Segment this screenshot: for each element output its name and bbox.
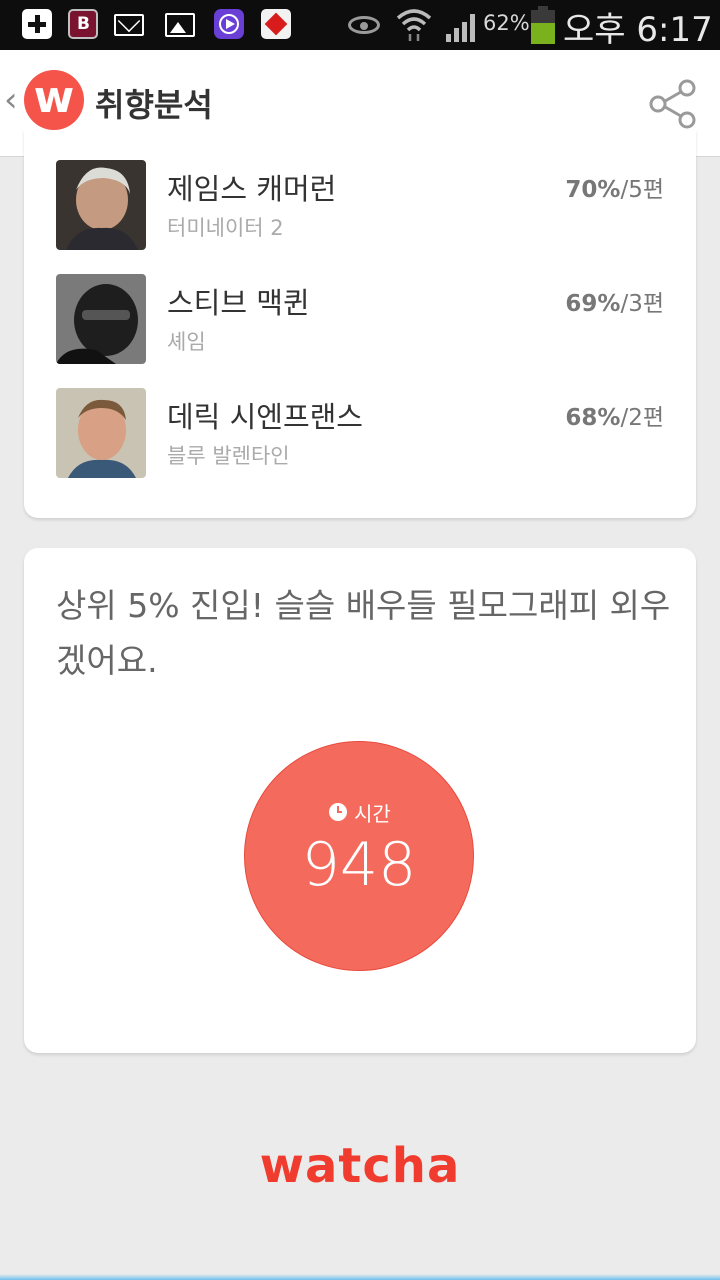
film-count: /3편 <box>620 291 664 317</box>
match-stat: 68%/2편 <box>565 398 664 432</box>
add-icon[interactable] <box>22 9 52 39</box>
battery-percent: 62% <box>483 11 530 35</box>
director-list-card: 제임스 캐머런 터미네이터 2 70%/5편 스티브 맥퀸 셰임 69%/3편 … <box>24 130 696 518</box>
list-item[interactable]: 스티브 맥퀸 셰임 69%/3편 <box>56 274 664 364</box>
signal-icon <box>446 14 475 42</box>
battery-icon <box>531 6 555 44</box>
match-stat: 70%/5편 <box>565 170 664 204</box>
watcha-logo[interactable]: w <box>24 70 84 130</box>
director-work: 블루 발렌타인 <box>167 444 290 468</box>
match-percent: 68% <box>565 405 621 431</box>
director-name: 데릭 시엔프랜스 <box>167 400 363 434</box>
film-count: /2편 <box>620 405 664 431</box>
status-clock: 오후 6:17 <box>563 10 713 50</box>
director-work: 셰임 <box>167 330 206 354</box>
match-percent: 69% <box>565 291 621 317</box>
status-bar: B 62% 오후 6:17 <box>0 0 720 50</box>
match-stat: 69%/3편 <box>565 284 664 318</box>
video-player-icon[interactable] <box>214 9 244 39</box>
watch-time-value: 948 <box>301 830 417 900</box>
battery-level-fill <box>531 22 555 44</box>
eye-icon <box>348 16 380 34</box>
page-title: 취향분석 <box>95 86 213 124</box>
avatar <box>56 160 146 250</box>
wifi-icon <box>396 9 432 41</box>
match-percent: 70% <box>565 177 621 203</box>
film-count: /5편 <box>620 177 664 203</box>
director-name: 스티브 맥퀸 <box>167 286 310 320</box>
avatar <box>56 388 146 478</box>
watcha-brand-logo: watcha <box>259 1138 461 1194</box>
bottom-glow <box>0 1274 720 1280</box>
director-name: 제임스 캐머런 <box>167 172 337 206</box>
watch-time-label: 시간 <box>354 802 391 826</box>
avatar <box>56 274 146 364</box>
red-cube-app-icon[interactable] <box>261 9 291 39</box>
achievement-message: 상위 5% 진입! 슬슬 배우들 필모그래피 외우겠어요. <box>56 586 671 680</box>
b-app-icon[interactable]: B <box>68 9 98 39</box>
list-item[interactable]: 제임스 캐머런 터미네이터 2 70%/5편 <box>56 160 664 250</box>
gallery-icon[interactable] <box>165 13 195 37</box>
list-item[interactable]: 데릭 시엔프랜스 블루 발렌타인 68%/2편 <box>56 388 664 478</box>
mail-icon[interactable] <box>114 14 144 36</box>
watch-time-circle: 시간 948 <box>244 741 474 971</box>
back-chevron-icon[interactable]: ‹ <box>4 80 18 120</box>
watch-time-card: 상위 5% 진입! 슬슬 배우들 필모그래피 외우겠어요. 시간 948 <box>24 548 696 1053</box>
clock-icon <box>329 803 347 821</box>
director-work: 터미네이터 2 <box>167 216 284 240</box>
share-icon[interactable] <box>646 78 698 130</box>
